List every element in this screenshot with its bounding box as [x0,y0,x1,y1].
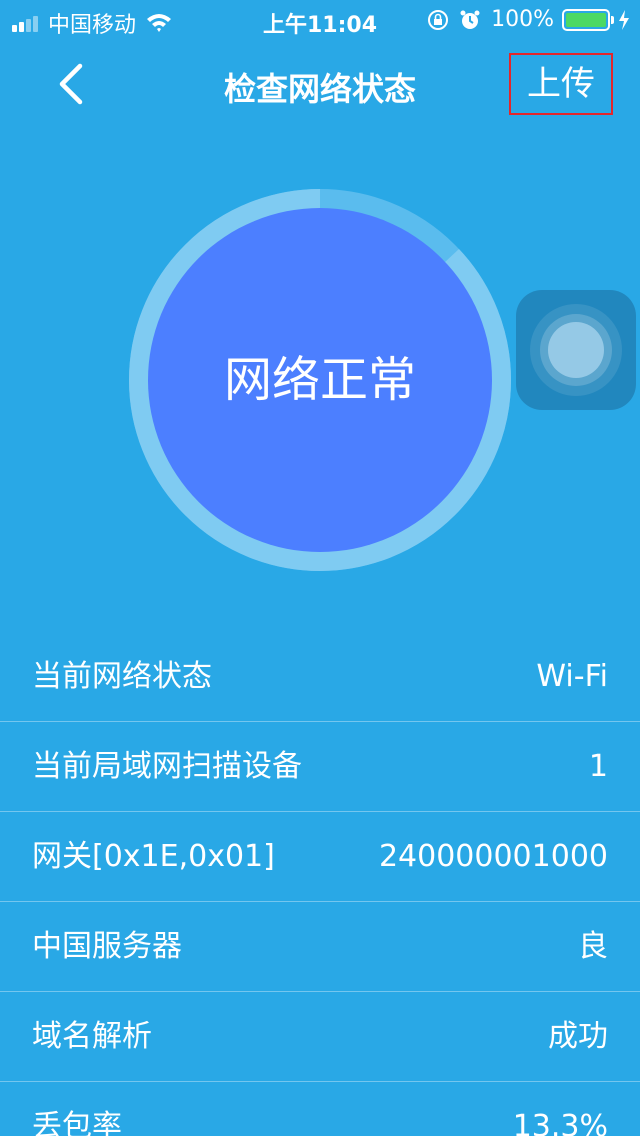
status-left: 中国移动 [12,7,172,39]
navigation-bar: 检查网络状态 上传 [0,40,640,128]
upload-button[interactable]: 上传 [509,53,613,115]
row-value: 240000001000 [378,839,608,874]
list-item-gateway: 网关[0x1E,0x01] 240000001000 [0,812,640,902]
list-item-network-state: 当前网络状态 Wi-Fi [0,632,640,722]
list-item-dns-resolution: 域名解析 成功 [0,992,640,1082]
assistive-touch-button[interactable] [516,290,636,410]
battery-fill [566,12,606,27]
battery-percent: 100% [491,7,554,32]
signal-icon [12,14,40,32]
list-item-packet-loss: 丢包率 13.3% [0,1082,640,1136]
network-info-list: 当前网络状态 Wi-Fi 当前局域网扫描设备 1 网关[0x1E,0x01] 2… [0,632,640,1136]
row-value: 13.3% [512,1109,608,1136]
alarm-icon [460,10,480,29]
list-item-lan-devices: 当前局域网扫描设备 1 [0,722,640,812]
wifi-icon [147,14,172,32]
status-bar: 中国移动 上午11:04 100% [0,0,640,40]
row-label: 当前网络状态 [32,659,212,694]
assistive-core [548,322,604,378]
row-label: 域名解析 [32,1019,152,1054]
battery-icon [562,8,614,31]
row-value: 1 [588,749,608,784]
rotation-lock-icon [428,9,449,30]
network-status-gauge: 网络正常 [128,188,512,572]
charging-icon [619,9,629,30]
row-label: 网关[0x1E,0x01] [32,839,275,874]
list-item-china-server: 中国服务器 良 [0,902,640,992]
row-label: 当前局域网扫描设备 [32,749,302,784]
network-status-text: 网络正常 [223,352,416,408]
row-value: 成功 [548,1019,608,1054]
row-label: 丢包率 [32,1109,122,1136]
screen: 中国移动 上午11:04 100% 检查网络状态 上传 网络正常 当前网络状态 … [0,0,640,1136]
row-label: 中国服务器 [32,929,182,964]
row-value: 良 [578,929,608,964]
row-value: Wi-Fi [536,659,608,694]
status-right: 100% [427,7,630,32]
carrier-name: 中国移动 [48,13,137,38]
